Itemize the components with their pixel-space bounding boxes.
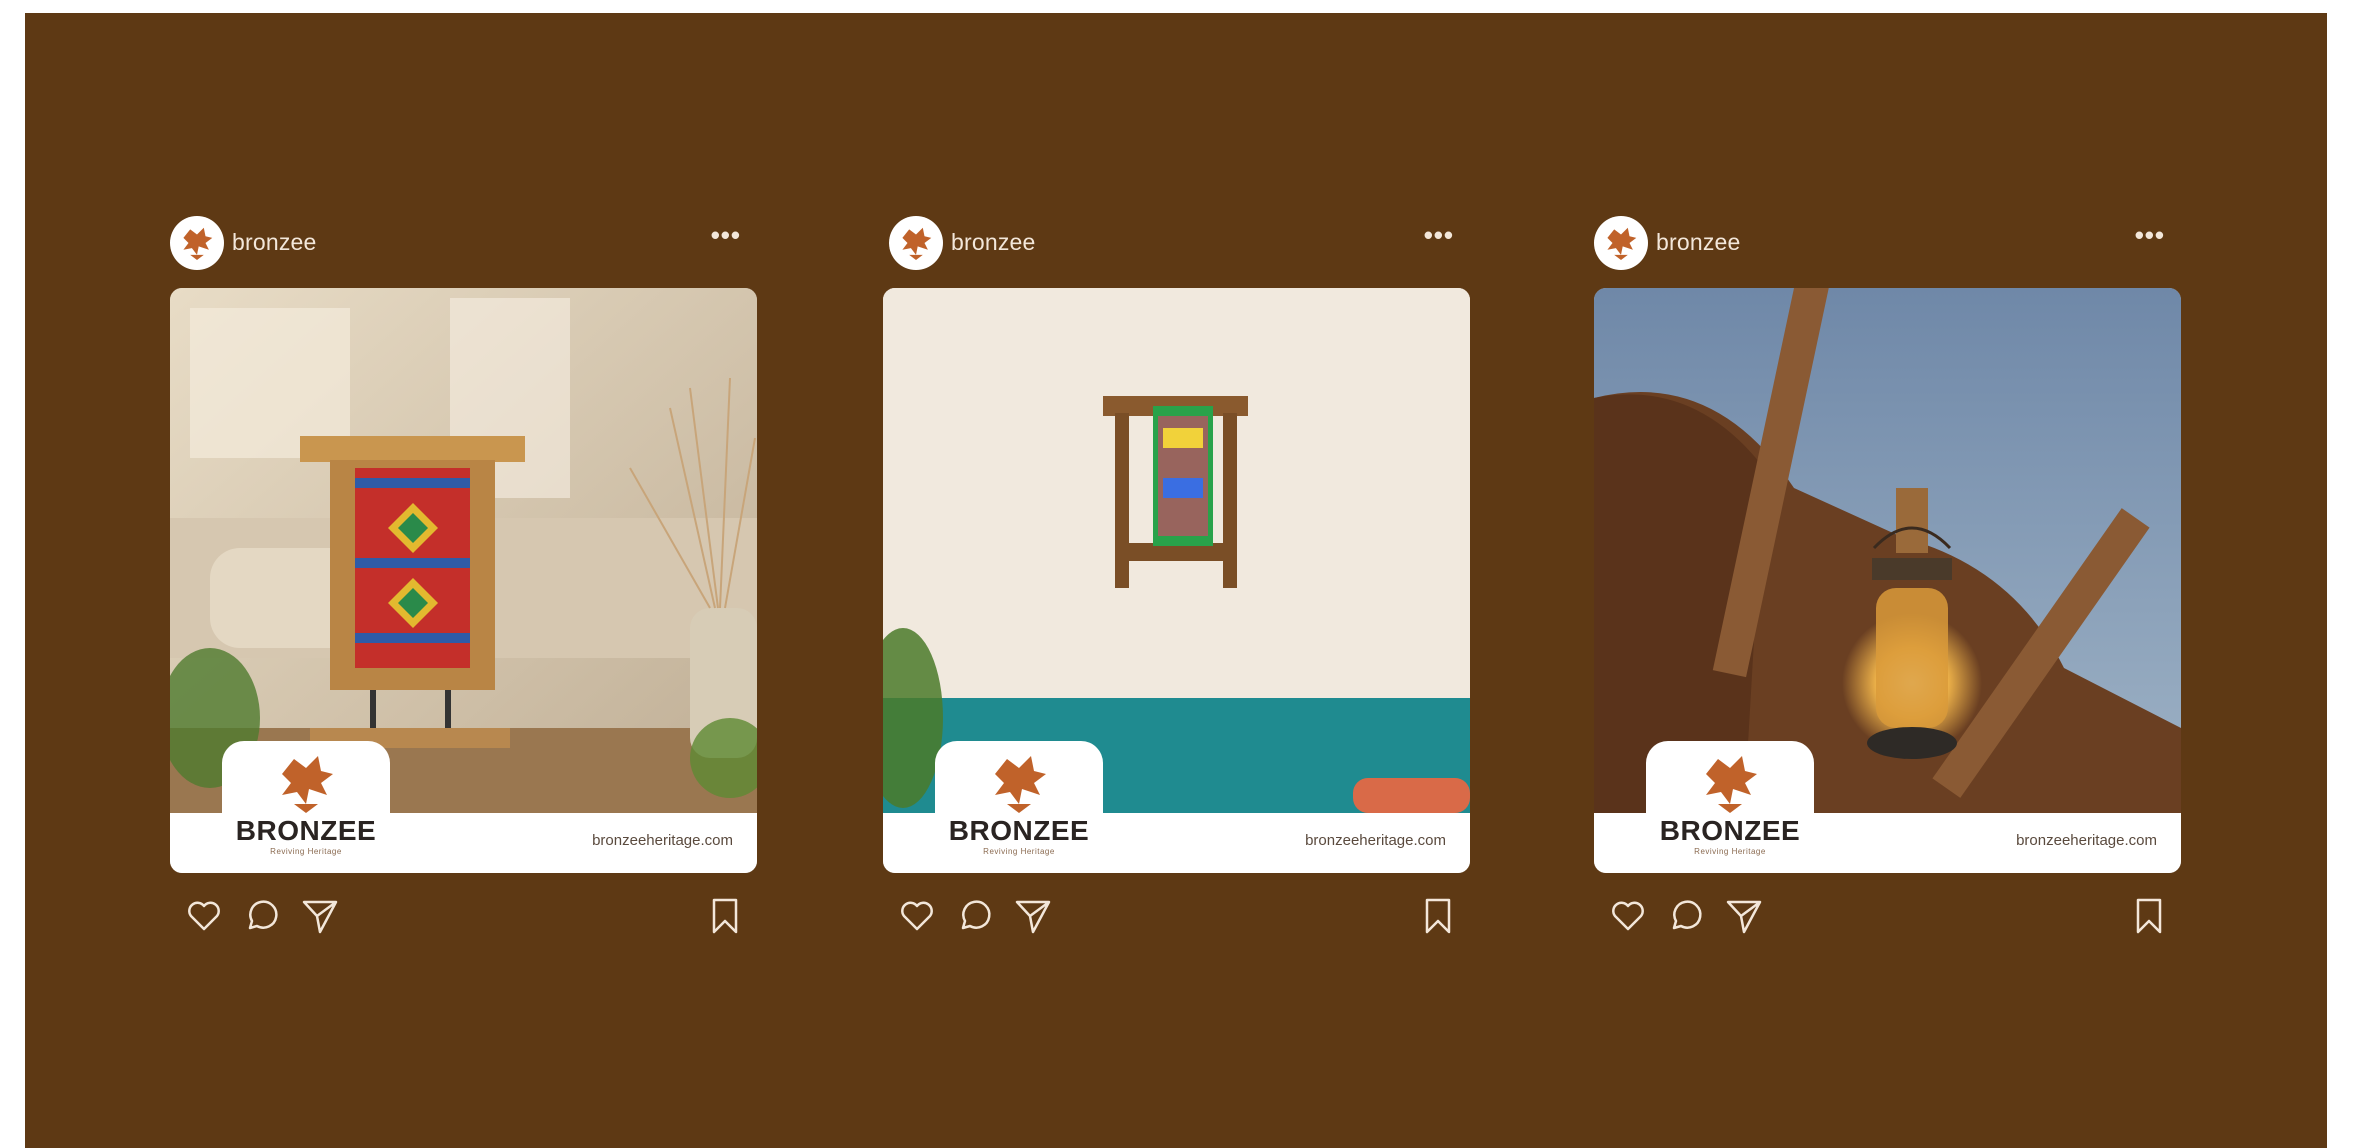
username[interactable]: bronzee [232, 229, 317, 256]
brand-logo-icon [995, 756, 1046, 813]
photo-wall-shelf [883, 288, 1470, 813]
post-image[interactable]: BRONZEE Reviving Heritage bronzeeheritag… [170, 288, 757, 873]
photo-cabinet [170, 288, 757, 813]
website-url: bronzeeheritage.com [2016, 832, 2157, 849]
more-horizontal-icon[interactable]: ••• [1424, 222, 1454, 248]
brand-logo-icon [1607, 227, 1637, 260]
comment-icon[interactable] [1666, 896, 1706, 936]
brand-logo-icon [282, 756, 333, 813]
post-header: bronzee ••• [883, 216, 1470, 272]
brand-logo-badge: BRONZEE Reviving Heritage [222, 741, 390, 873]
photo-lantern [1594, 288, 2181, 813]
post-actions [1594, 892, 2181, 936]
post-header: bronzee ••• [170, 216, 757, 272]
more-horizontal-icon[interactable]: ••• [711, 222, 741, 248]
brand-name: BRONZEE [1659, 815, 1801, 846]
bookmark-icon[interactable] [1418, 896, 1458, 936]
post-card: bronzee ••• BRONZEE Reviving Heritage br… [1594, 200, 2181, 940]
username[interactable]: bronzee [1656, 229, 1741, 256]
post-actions [170, 892, 757, 936]
heart-icon[interactable] [184, 896, 224, 936]
bookmark-icon[interactable] [2129, 896, 2169, 936]
comment-icon[interactable] [955, 896, 995, 936]
share-icon[interactable] [1724, 896, 1764, 936]
post-card: bronzee ••• BRONZEE Reviving Heritage br… [170, 200, 757, 940]
share-icon[interactable] [1013, 896, 1053, 936]
website-url: bronzeeheritage.com [1305, 832, 1446, 849]
share-icon[interactable] [300, 896, 340, 936]
brand-logo-badge: BRONZEE Reviving Heritage [1646, 741, 1814, 873]
brand-logo-icon [183, 227, 213, 260]
brand-name: BRONZEE [948, 815, 1090, 846]
bookmark-icon[interactable] [705, 896, 745, 936]
avatar[interactable] [170, 216, 224, 270]
post-image[interactable]: BRONZEE Reviving Heritage bronzeeheritag… [1594, 288, 2181, 873]
brand-name: BRONZEE [235, 815, 377, 846]
heart-icon[interactable] [1608, 896, 1648, 936]
heart-icon[interactable] [897, 896, 937, 936]
post-image[interactable]: BRONZEE Reviving Heritage bronzeeheritag… [883, 288, 1470, 873]
avatar[interactable] [1594, 216, 1648, 270]
brand-tagline: Reviving Heritage [983, 847, 1055, 856]
post-card: bronzee ••• BRONZEE Reviving Heritage br… [883, 200, 1470, 940]
username[interactable]: bronzee [951, 229, 1036, 256]
brand-tagline: Reviving Heritage [270, 847, 342, 856]
brand-tagline: Reviving Heritage [1694, 847, 1766, 856]
avatar[interactable] [889, 216, 943, 270]
brand-logo-badge: BRONZEE Reviving Heritage [935, 741, 1103, 873]
post-actions [883, 892, 1470, 936]
post-header: bronzee ••• [1594, 216, 2181, 272]
more-horizontal-icon[interactable]: ••• [2135, 222, 2165, 248]
comment-icon[interactable] [242, 896, 282, 936]
brand-logo-icon [1706, 756, 1757, 813]
brand-logo-icon [902, 227, 932, 260]
website-url: bronzeeheritage.com [592, 832, 733, 849]
